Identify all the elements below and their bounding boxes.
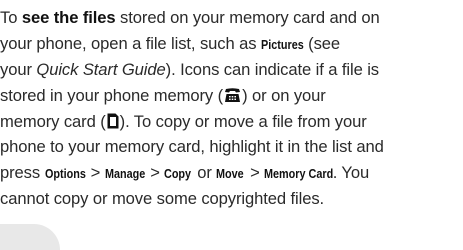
- menu-term-options: Options: [44, 167, 86, 182]
- manual-page: To see the files stored on your memory c…: [0, 0, 463, 250]
- text-line-1: To see the files stored on your memory c…: [0, 5, 463, 31]
- text-run: phone to your memory card, highlight it …: [0, 137, 384, 157]
- text-run: stored on your memory card and on: [115, 8, 380, 27]
- instruction-paragraph: To see the files stored on your memory c…: [0, 5, 463, 212]
- text-run: ). Icons can indicate if a file is: [165, 59, 379, 79]
- menu-separator: >: [86, 163, 105, 183]
- menu-term-memory-card: Memory Card: [264, 167, 334, 182]
- menu-term-move: Move: [216, 167, 245, 182]
- text-line-6: phone to your memory card, highlight it …: [0, 134, 463, 160]
- text-run: stored in your phone memory (: [0, 85, 224, 105]
- text-run: ) or on your: [242, 85, 326, 105]
- text-run: press: [0, 163, 45, 183]
- text-run: (see: [303, 33, 341, 53]
- menu-term-pictures: Pictures: [260, 37, 304, 52]
- text-run: your phone, open a file list, such as: [0, 33, 261, 53]
- text-run: . You: [332, 163, 370, 183]
- phone-memory-icon: [224, 87, 241, 103]
- text-run: or: [192, 163, 217, 183]
- text-line-2: your phone, open a file list, such as Pi…: [0, 31, 463, 57]
- text-line-4: stored in your phone memory ( ) or on you…: [0, 83, 463, 109]
- menu-term-manage: Manage: [104, 167, 146, 182]
- text-line-3: your Quick Start Guide). Icons can indic…: [0, 57, 463, 83]
- bold-heading-phrase: see the files: [21, 8, 116, 27]
- guide-title: Quick Start Guide: [36, 59, 166, 79]
- text-line-5: memory card ( ). To copy or move a file f…: [0, 109, 463, 135]
- menu-separator: >: [245, 163, 265, 183]
- text-line-8: cannot copy or move some copyrighted fil…: [0, 186, 463, 212]
- menu-term-copy: Copy: [164, 167, 192, 182]
- text-run: ). To copy or move a file from your: [119, 111, 367, 131]
- text-run: cannot copy or move some copyrighted fil…: [0, 189, 325, 209]
- menu-separator: >: [145, 163, 165, 183]
- text-run: To: [0, 8, 22, 27]
- text-run: your: [0, 59, 37, 79]
- text-line-7: press Options > Manage > Copy or Move > …: [0, 160, 463, 186]
- memory-card-icon: [107, 113, 119, 129]
- corner-page-marker: [0, 224, 60, 250]
- text-run: memory card (: [0, 111, 106, 131]
